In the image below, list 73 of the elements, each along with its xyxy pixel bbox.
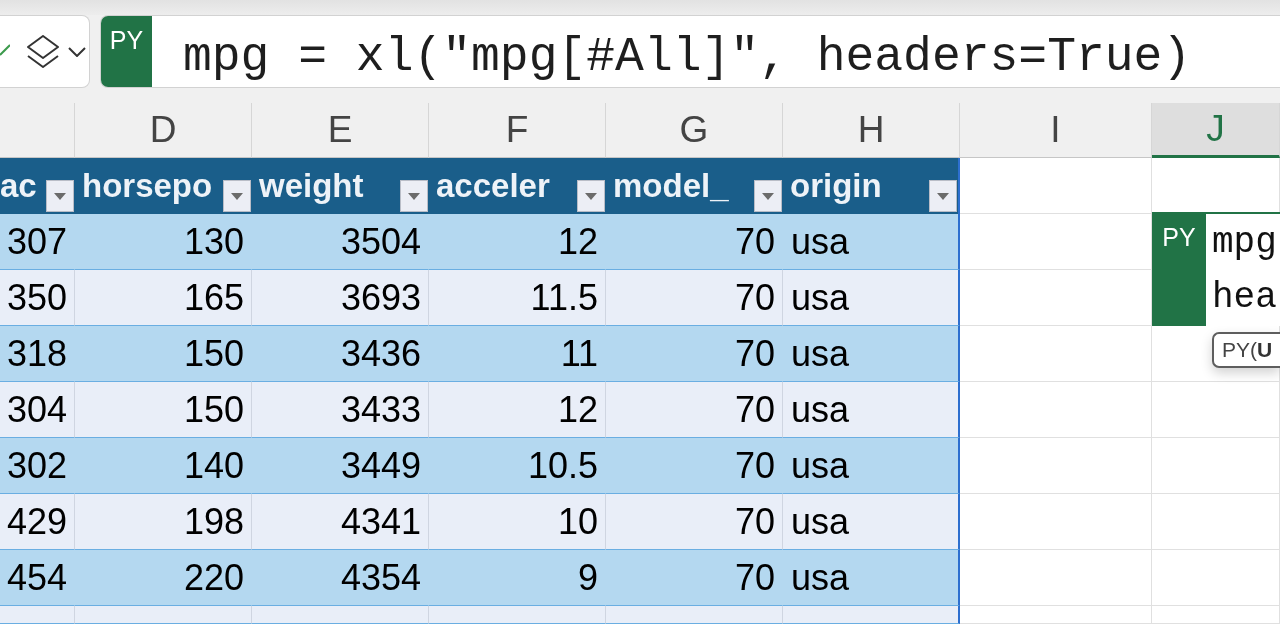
table-cell: 150 <box>75 382 252 438</box>
table-cell: 11 <box>429 326 606 382</box>
filter-dropdown-button[interactable] <box>46 180 74 212</box>
column-header[interactable]: G <box>606 103 783 158</box>
table-cell: 307 <box>0 214 75 270</box>
table-cell: 220 <box>75 550 252 606</box>
caret-icon <box>762 192 774 200</box>
python-badge: PY <box>101 16 152 87</box>
table-cell: usa <box>783 326 960 382</box>
table-cell: 3449 <box>252 438 429 494</box>
caret-icon <box>408 192 420 200</box>
table-cell: 198 <box>75 494 252 550</box>
filter-dropdown-button[interactable] <box>577 180 605 212</box>
table-cell: 3693 <box>252 270 429 326</box>
table-cell: 70 <box>606 214 783 270</box>
table-cell: 429 <box>0 494 75 550</box>
table-cell: 10.5 <box>429 438 606 494</box>
column-name: origin <box>790 167 882 205</box>
table-cell: 150 <box>75 326 252 382</box>
table-cell: 70 <box>606 550 783 606</box>
column-header[interactable]: I <box>960 103 1152 158</box>
table-cell: 304 <box>0 382 75 438</box>
table-cell: 9 <box>429 550 606 606</box>
layers-icon[interactable] <box>27 34 59 69</box>
table-cell: 302 <box>0 438 75 494</box>
filter-dropdown-button[interactable] <box>400 180 428 212</box>
table-cell: usa <box>783 382 960 438</box>
table-cell: 4341 <box>252 494 429 550</box>
caret-icon <box>585 192 597 200</box>
column-name: horsepo <box>82 167 213 205</box>
column-name: acceler <box>436 167 550 205</box>
table-cell: 3433 <box>252 382 429 438</box>
table-cell: 12 <box>429 214 606 270</box>
table-cell: 12 <box>429 382 606 438</box>
table-cell: usa <box>783 550 960 606</box>
function-tooltip: PY(U <box>1212 332 1280 368</box>
column-header[interactable]: E <box>252 103 429 158</box>
python-badge: PY <box>1152 214 1206 326</box>
filter-dropdown-button[interactable] <box>754 180 782 212</box>
column-name: ac <box>0 167 37 205</box>
column-name: model_ <box>613 167 729 205</box>
table-cell: 70 <box>606 494 783 550</box>
table-cell: 4354 <box>252 550 429 606</box>
table-cell: 70 <box>606 382 783 438</box>
caret-icon <box>231 192 243 200</box>
caret-icon <box>54 192 66 200</box>
table-cell: 350 <box>0 270 75 326</box>
table-cell: usa <box>783 270 960 326</box>
column-name: weight <box>259 167 364 205</box>
table-cell: 165 <box>75 270 252 326</box>
chevron-down-icon[interactable] <box>68 46 86 57</box>
table-cell: 318 <box>0 326 75 382</box>
table-cell: usa <box>783 494 960 550</box>
table-cell: 3504 <box>252 214 429 270</box>
table-cell: 70 <box>606 438 783 494</box>
table-cell: usa <box>783 214 960 270</box>
column-header[interactable]: J <box>1152 103 1280 158</box>
table-cell: 70 <box>606 326 783 382</box>
filter-dropdown-button[interactable] <box>223 180 251 212</box>
check-icon[interactable] <box>0 43 10 56</box>
column-header[interactable]: H <box>783 103 960 158</box>
table-cell: 3436 <box>252 326 429 382</box>
caret-icon <box>937 192 949 200</box>
column-header[interactable]: F <box>429 103 606 158</box>
table-cell: 10 <box>429 494 606 550</box>
table-cell: 70 <box>606 270 783 326</box>
table-cell: usa <box>783 438 960 494</box>
filter-dropdown-button[interactable] <box>929 180 957 212</box>
table-cell: 140 <box>75 438 252 494</box>
table-cell: 454 <box>0 550 75 606</box>
table-cell: 130 <box>75 214 252 270</box>
table-cell: 11.5 <box>429 270 606 326</box>
column-header[interactable]: D <box>75 103 252 158</box>
